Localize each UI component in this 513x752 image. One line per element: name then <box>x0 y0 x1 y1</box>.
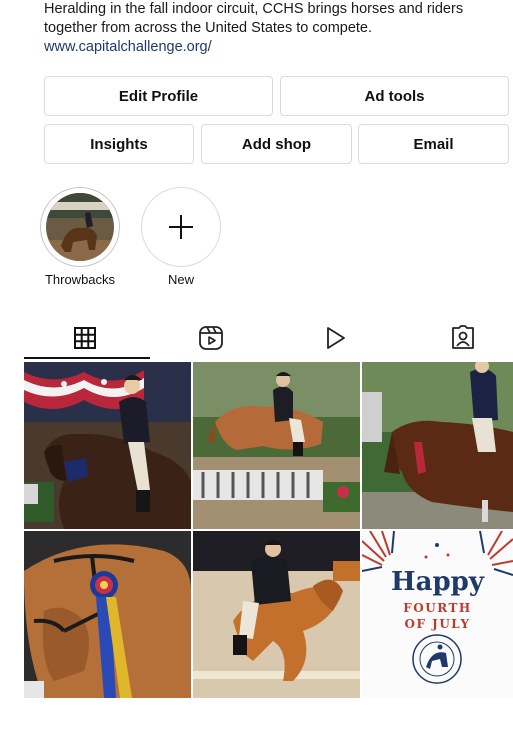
post-thumbnail-1[interactable] <box>24 362 191 529</box>
ad-tools-label: Ad tools <box>364 87 425 105</box>
post-image <box>193 531 360 698</box>
post-thumbnail-4[interactable] <box>24 531 191 698</box>
posts-grid: Happy FOURTH OF JULY <box>24 362 513 698</box>
tab-reels[interactable] <box>150 318 272 358</box>
tagged-icon <box>452 325 474 349</box>
highlight-throwbacks[interactable] <box>40 187 120 267</box>
email-button[interactable]: Email <box>358 124 509 164</box>
insights-label: Insights <box>90 135 148 153</box>
ad-tools-button[interactable]: Ad tools <box>280 76 509 116</box>
post-image <box>193 362 360 529</box>
post-image <box>24 531 191 698</box>
post-thumbnail-5[interactable] <box>193 531 360 698</box>
post-image <box>24 362 191 529</box>
reels-icon <box>199 326 223 350</box>
tab-videos[interactable] <box>274 318 396 358</box>
add-shop-label: Add shop <box>241 135 312 153</box>
tab-tagged[interactable] <box>402 318 513 358</box>
plus-icon <box>169 215 193 239</box>
post-thumbnail-2[interactable] <box>193 362 360 529</box>
post-thumbnail-6[interactable]: Happy FOURTH OF JULY <box>362 531 513 698</box>
insights-button[interactable]: Insights <box>44 124 194 164</box>
add-shop-button[interactable]: Add shop <box>201 124 352 164</box>
july-headline: Happy <box>391 567 484 597</box>
post-thumbnail-3[interactable] <box>362 362 513 529</box>
website-link[interactable]: www.capitalchallenge.org/ <box>44 38 509 57</box>
grid-icon <box>74 327 96 349</box>
highlight-throwbacks-label: Throwbacks <box>44 272 116 287</box>
throwbacks-cover-image <box>46 193 114 261</box>
email-label: Email <box>413 135 454 153</box>
edit-profile-button[interactable]: Edit Profile <box>44 76 273 116</box>
profile-bio: Heralding in the fall indoor circuit, CC… <box>44 0 509 57</box>
video-play-icon <box>327 327 345 349</box>
july-line-2: OF JULY <box>404 617 471 631</box>
edit-profile-label: Edit Profile <box>118 87 199 105</box>
post-image <box>362 362 513 529</box>
active-tab-indicator <box>24 357 150 359</box>
highlight-new-label: New <box>167 272 194 287</box>
tab-posts-grid[interactable] <box>24 318 146 358</box>
july-line-1: FOURTH <box>403 601 472 615</box>
highlight-new[interactable] <box>141 187 221 267</box>
profile-tabs <box>24 318 513 359</box>
bio-text: Heralding in the fall indoor circuit, CC… <box>44 1 464 36</box>
